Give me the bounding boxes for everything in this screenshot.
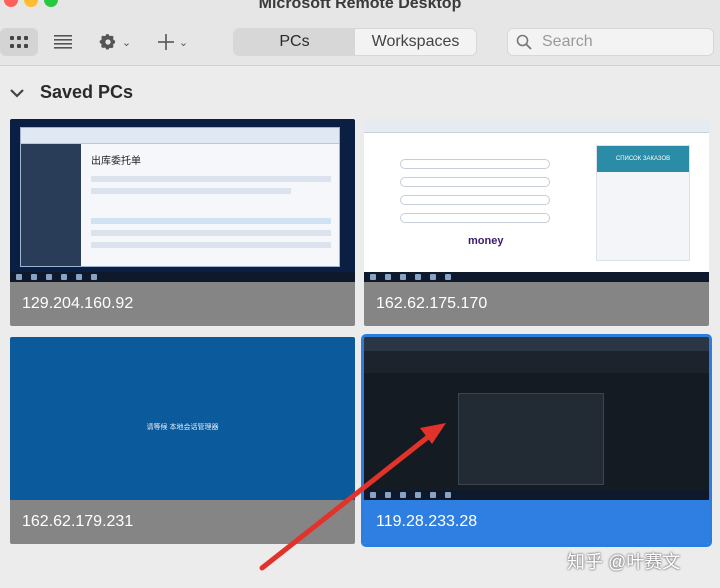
preview-heading: 出库委托单 xyxy=(91,156,141,167)
pc-label: 162.62.179.231 xyxy=(10,500,355,544)
chevron-down-icon: ⌄ xyxy=(178,36,189,49)
preview-message: 请等候 本地会话管理器 xyxy=(146,424,219,431)
preview-text: money xyxy=(468,235,504,247)
plus-icon xyxy=(157,34,174,50)
search-input[interactable] xyxy=(542,33,702,51)
pc-label: 129.204.160.92 xyxy=(10,282,355,326)
gear-icon xyxy=(99,34,116,50)
settings-menu-button[interactable]: ⌄ xyxy=(92,28,138,56)
pc-preview: 出库委托单 xyxy=(10,119,355,282)
pc-tile[interactable]: СПИСОК ЗАКАЗОВ money 162.62.175.170 xyxy=(364,119,709,326)
grid-view-button[interactable] xyxy=(0,28,38,56)
pc-preview xyxy=(364,337,709,500)
grid-view-icon xyxy=(10,36,28,48)
tab-pcs[interactable]: PCs xyxy=(234,29,355,55)
watermark-text: 知乎 @叶赛文 xyxy=(567,552,681,572)
search-icon xyxy=(516,34,532,50)
preview-heading: СПИСОК ЗАКАЗОВ xyxy=(597,146,689,172)
pc-preview: 请等候 本地会话管理器 xyxy=(10,337,355,500)
add-menu-button[interactable]: ⌄ xyxy=(150,28,196,56)
list-view-icon xyxy=(54,35,72,49)
pc-tile[interactable]: 出库委托单 129.204.160.92 xyxy=(10,119,355,326)
disclosure-caret-icon[interactable] xyxy=(8,84,26,102)
search-field xyxy=(507,28,714,56)
section-title: Saved PCs xyxy=(40,82,134,102)
tab-workspaces[interactable]: Workspaces xyxy=(355,29,476,55)
saved-pcs-header[interactable]: Saved PCs xyxy=(8,82,133,103)
view-segmented-control: PCs Workspaces xyxy=(233,28,477,56)
pc-tile-selected[interactable]: 119.28.233.28 xyxy=(361,334,712,547)
pc-label: 119.28.233.28 xyxy=(364,500,709,544)
pc-tile[interactable]: 请等候 本地会话管理器 162.62.179.231 xyxy=(10,337,355,544)
toolbar: Microsoft Remote Desktop ⌄ ⌄ PCs Workspa… xyxy=(0,0,720,66)
pc-label: 162.62.175.170 xyxy=(364,282,709,326)
list-view-button[interactable] xyxy=(48,28,78,56)
pc-preview: СПИСОК ЗАКАЗОВ money xyxy=(364,119,709,282)
chevron-down-icon: ⌄ xyxy=(121,36,132,49)
window-title: Microsoft Remote Desktop xyxy=(258,0,462,12)
